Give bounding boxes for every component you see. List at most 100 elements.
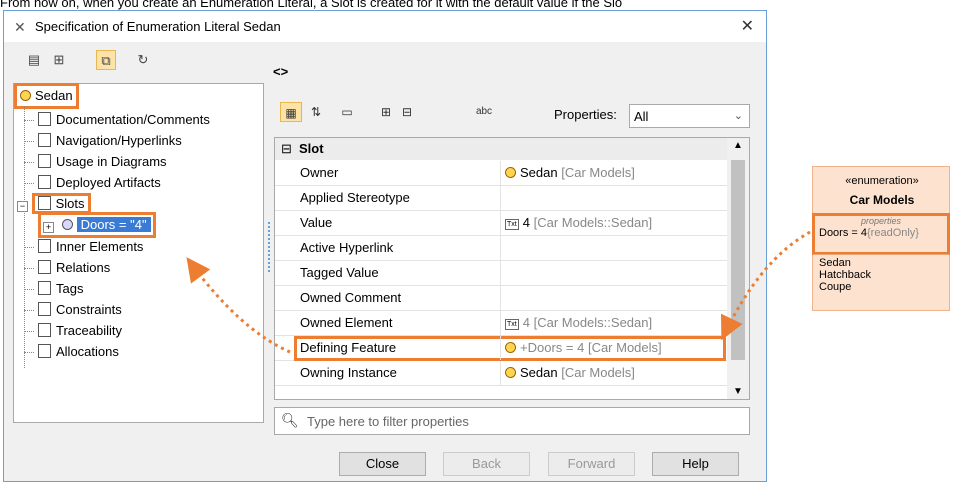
specification-tree: Sedan Documentation/Comments Navigation/… [13,83,264,423]
tree-item-label: Traceability [56,323,122,338]
show-abc-icon[interactable]: abc [472,102,496,122]
description-icon[interactable]: ▭ [337,102,357,122]
property-value[interactable]: +Doors = 4 [Car Models] [505,336,662,360]
property-value[interactable]: Sedan [Car Models] [505,161,635,185]
close-window-icon[interactable]: ✕ [741,16,754,36]
filter-properties-field[interactable]: 🔍︎ Type here to filter properties [274,407,750,435]
page-icon [37,196,51,210]
help-button[interactable]: Help [652,452,739,476]
property-name: Tagged Value [300,261,501,285]
tree-item-label: Relations [56,260,111,275]
page-icon [38,281,51,295]
tree-item-usage[interactable]: Usage in Diagrams [24,152,167,172]
enumeration-literal-icon [20,90,31,101]
refresh-icon[interactable]: ↻ [133,50,153,70]
expand-all-icon[interactable]: ⊞ [376,102,396,122]
tree-item-slots[interactable]: − Slots [17,193,91,214]
tree-item-doors-slot[interactable]: + Doors = "4" [38,212,156,238]
page-icon [38,133,51,147]
text-value-icon: Txt [505,219,519,230]
tree-item-label: Usage in Diagrams [56,154,167,169]
chevron-down-icon: ⌄ [733,110,743,122]
property-name: Defining Feature [300,336,501,360]
property-row[interactable]: Owning Instance Sedan [Car Models] [275,361,727,386]
page-icon [38,323,51,337]
property-row-defining-feature[interactable]: Defining Feature +Doors = 4 [Car Models] [275,336,727,361]
scroll-down-icon[interactable]: ▼ [733,386,743,397]
slot-icon [61,219,73,230]
tree-view-icon[interactable]: ⊞ [49,50,69,70]
tree-item-inner-elements[interactable]: Inner Elements [24,237,143,257]
properties-toolbar: ▦ ⇅ ▭ ⊞ ⊟ abc Properties: All ⌄ [274,96,750,130]
enumeration-literal-icon [505,342,516,353]
property-row[interactable]: Owned Element Txt 4 [Car Models::Sedan] [275,311,727,336]
enumeration-literal-icon [505,167,516,178]
splitter-handle[interactable] [268,222,272,272]
property-value[interactable]: Sedan [Car Models] [505,361,635,385]
property-row[interactable]: Active Hyperlink [275,236,727,261]
app-icon: ✕ [14,19,26,35]
expand-icon[interactable]: + [43,222,54,233]
properties-filter-select[interactable]: All ⌄ [629,104,750,128]
back-button[interactable]: Back [443,452,530,476]
page-icon [38,260,51,274]
sort-alphabetically-icon[interactable]: ⇅ [306,102,326,122]
tree-item-deployed[interactable]: Deployed Artifacts [24,173,161,193]
tree-item-traceability[interactable]: Traceability [24,321,122,341]
tree-item-documentation[interactable]: Documentation/Comments [24,110,210,130]
forward-button[interactable]: Forward [548,452,635,476]
categorized-view-icon[interactable]: ▦ [280,102,302,122]
property-row[interactable]: Owner Sedan [Car Models] [275,161,727,186]
property-row[interactable]: Value Txt 4 [Car Models::Sedan] [275,211,727,236]
tree-item-label: Doors = "4" [76,217,151,232]
tree-root-sedan[interactable]: Sedan [14,83,79,109]
tree-item-navigation[interactable]: Navigation/Hyperlinks [24,131,182,151]
scrollbar-thumb[interactable] [731,160,745,360]
properties-compartment-title: properties [860,216,902,226]
enumeration-property[interactable]: Doors = 4{readOnly} [819,227,919,239]
window-title: Specification of Enumeration Literal Sed… [35,19,281,34]
tree-item-allocations[interactable]: Allocations [24,342,119,362]
group-header-slot[interactable]: ⊟ Slot [275,138,727,160]
tree-item-relations[interactable]: Relations [24,258,110,278]
filter-placeholder: Type here to filter properties [307,414,469,429]
enumeration-literal[interactable]: Sedan [819,257,851,269]
property-value[interactable]: Txt 4 [Car Models::Sedan] [505,311,652,335]
enumeration-literal[interactable]: Coupe [819,281,851,293]
property-row[interactable]: Applied Stereotype [275,186,727,211]
property-name: Value [300,211,501,235]
enumeration-stereotype: «enumeration» [845,175,919,187]
tree-item-label: Slots [55,196,85,211]
property-value[interactable]: Txt 4 [Car Models::Sedan] [505,211,652,235]
enumeration-literal[interactable]: Hatchback [819,269,871,281]
tree-item-label: Documentation/Comments [56,112,210,127]
close-button[interactable]: Close [339,452,426,476]
group-label: Slot [299,141,324,156]
enumeration-name: Car Models [849,193,915,207]
enumeration-shape[interactable]: «enumeration» Car Models properties Door… [812,166,950,311]
page-icon [38,112,51,126]
properties-filter-value: All [634,109,649,124]
tree-item-label: Constraints [56,302,122,317]
vertical-scrollbar[interactable]: ▲ ▼ [727,138,749,399]
tree-item-constraints[interactable]: Constraints [24,300,122,320]
tree-root-label: Sedan [35,88,73,103]
scroll-up-icon[interactable]: ▲ [733,140,743,151]
tree-item-tags[interactable]: Tags [24,279,83,299]
collapse-icon[interactable]: − [17,201,28,212]
property-row[interactable]: Owned Comment [275,286,727,311]
table-view-icon[interactable]: ▤ [24,50,44,70]
property-name: Active Hyperlink [300,236,501,260]
collapse-all-icon[interactable]: ⊟ [397,102,417,122]
property-name: Applied Stereotype [300,186,501,210]
compact-view-icon[interactable]: ⧉ [96,50,116,70]
search-icon: 🔍︎ [281,412,299,428]
property-row[interactable]: Tagged Value [275,261,727,286]
collapse-group-icon[interactable]: ⊟ [281,138,292,160]
property-name: Owned Element [300,311,501,335]
element-type-label: <> [273,64,289,79]
page-icon [38,154,51,168]
property-name: Owned Comment [300,286,501,310]
tree-item-label: Tags [56,281,84,296]
tree-item-label: Deployed Artifacts [56,175,161,190]
